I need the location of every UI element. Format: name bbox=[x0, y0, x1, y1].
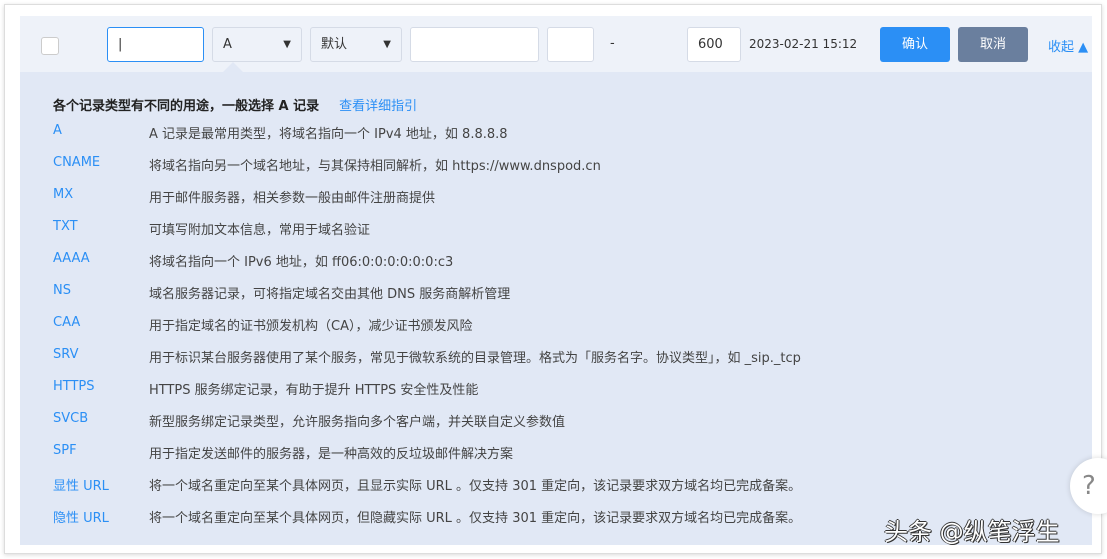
record-type-name: SVCB bbox=[53, 411, 89, 426]
record-type-name: AAAA bbox=[53, 251, 90, 266]
line-select[interactable]: 默认 ▼ bbox=[310, 27, 402, 62]
chevron-down-icon: ▼ bbox=[383, 39, 391, 50]
record-value-input[interactable] bbox=[410, 27, 539, 62]
record-type-name: MX bbox=[53, 187, 74, 202]
updated-time: 2023-02-21 15:12 bbox=[749, 37, 858, 51]
host-input[interactable]: | bbox=[107, 27, 204, 62]
help-title-text: 各个记录类型有不同的用途，一般选择 A 记录 bbox=[53, 99, 320, 114]
record-type-description: 将一个域名重定向至某个具体网页，且显示实际 URL 。仅支持 301 重定向，该… bbox=[149, 479, 802, 494]
ttl-input[interactable]: 600 bbox=[687, 27, 741, 62]
record-type-name: 隐性 URL bbox=[53, 511, 109, 526]
record-type-description: 将域名指向另一个域名地址，与其保持相同解析，如 https://www.dnsp… bbox=[149, 159, 601, 174]
record-type-name: CAA bbox=[53, 315, 81, 330]
record-type-description: A 记录是最常用类型，将域名指向一个 IPv4 地址，如 8.8.8.8 bbox=[149, 127, 508, 142]
record-type-description: 域名服务器记录，可将指定域名交由其他 DNS 服务商解析管理 bbox=[149, 287, 511, 302]
record-type-description: 新型服务绑定记录类型，允许服务指向多个客户端，并关联自定义参数值 bbox=[149, 415, 566, 430]
record-type-name: HTTPS bbox=[53, 379, 95, 394]
record-type-name: SPF bbox=[53, 443, 77, 458]
detail-guide-link[interactable]: 查看详细指引 bbox=[339, 99, 417, 114]
watermark: 头条 @纵笔浮生 bbox=[884, 518, 1060, 546]
record-type-description: 用于标识某台服务器使用了某个服务，常见于微软系统的目录管理。格式为「服务名字。协… bbox=[149, 351, 801, 366]
record-type-description: 用于邮件服务器，相关参数一般由邮件注册商提供 bbox=[149, 191, 436, 206]
collapse-link[interactable]: 收起 ▲ bbox=[1048, 36, 1088, 55]
record-type-description: HTTPS 服务绑定记录，有助于提升 HTTPS 安全性及性能 bbox=[149, 383, 479, 398]
record-type-description: 可填写附加文本信息，常用于域名验证 bbox=[149, 223, 371, 238]
confirm-button[interactable]: 确认 bbox=[880, 27, 950, 62]
mx-separator: - bbox=[610, 36, 615, 51]
record-type-name: A bbox=[53, 123, 62, 138]
record-type-description: 用于指定域名的证书颁发机构（CA），减少证书颁发风险 bbox=[149, 319, 473, 334]
chevron-down-icon: ▼ bbox=[283, 39, 291, 50]
type-select[interactable]: A ▼ bbox=[212, 27, 302, 62]
row-checkbox[interactable] bbox=[41, 37, 59, 55]
mx-priority-input[interactable] bbox=[547, 27, 594, 62]
panel-pointer bbox=[223, 62, 243, 72]
record-type-description: 将一个域名重定向至某个具体网页，但隐藏实际 URL 。仅支持 301 重定向，该… bbox=[149, 511, 802, 526]
record-type-description: 将域名指向一个 IPv6 地址，如 ff06:0:0:0:0:0:0:c3 bbox=[149, 255, 454, 270]
type-value: A bbox=[223, 37, 232, 52]
help-title: 各个记录类型有不同的用途，一般选择 A 记录 查看详细指引 bbox=[53, 95, 417, 114]
record-type-name: TXT bbox=[53, 219, 78, 234]
record-type-name: 显性 URL bbox=[53, 479, 109, 494]
record-type-description: 用于指定发送邮件的服务器，是一种高效的反垃圾邮件解决方案 bbox=[149, 447, 514, 462]
record-type-name: NS bbox=[53, 283, 71, 298]
record-type-name: CNAME bbox=[53, 155, 101, 170]
cancel-button[interactable]: 取消 bbox=[958, 27, 1028, 62]
line-value: 默认 bbox=[321, 37, 348, 52]
record-type-name: SRV bbox=[53, 347, 79, 362]
